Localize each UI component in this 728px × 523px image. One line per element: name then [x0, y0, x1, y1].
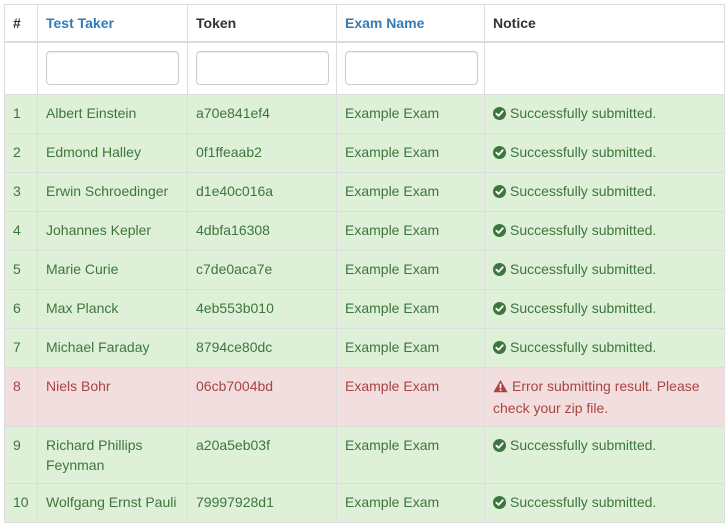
row-number: 7 — [4, 328, 38, 368]
row-number: 2 — [4, 133, 38, 173]
ok-circle-icon — [493, 105, 506, 125]
row-number: 9 — [4, 426, 38, 484]
column-header-token: Token — [187, 4, 337, 43]
row-number: 5 — [4, 250, 38, 290]
exam-name-cell: Example Exam — [336, 94, 485, 134]
notice-text: Error submitting result. Please check yo… — [493, 378, 700, 416]
column-header-test-taker[interactable]: Test Taker — [37, 4, 188, 43]
exam-name-cell: Example Exam — [336, 211, 485, 251]
filter-cell-token — [187, 41, 337, 95]
token-cell: c7de0aca7e — [187, 250, 337, 290]
ok-circle-icon — [493, 183, 506, 203]
filter-cell-number — [4, 41, 38, 95]
table-row: 1 Albert Einstein a70e841ef4 Example Exam Su… — [4, 94, 725, 134]
exam-name-cell: Example Exam — [336, 367, 485, 427]
row-number: 4 — [4, 211, 38, 251]
exam-name-cell: Example Exam — [336, 172, 485, 212]
exam-name-cell: Example Exam — [336, 483, 485, 523]
test-taker-cell: Richard Phillips Feynman — [37, 426, 188, 484]
token-filter-input[interactable] — [196, 51, 329, 85]
filter-cell-notice — [484, 41, 725, 95]
table-row: 6 Max Planck 4eb553b010 Example Exam Success… — [4, 289, 725, 329]
column-header-exam-name[interactable]: Exam Name — [336, 4, 485, 43]
test-taker-cell: Niels Bohr — [37, 367, 188, 427]
exam-name-filter-input[interactable] — [345, 51, 478, 85]
table-row: 9 Richard Phillips Feynman a20a5eb03f Examp… — [4, 426, 725, 484]
notice-text: Successfully submitted. — [510, 437, 657, 453]
test-taker-cell: Johannes Kepler — [37, 211, 188, 251]
notice-text: Successfully submitted. — [510, 300, 657, 316]
results-table: # Test Taker Token Exam Name Notice 1 Alb… — [4, 4, 725, 523]
token-cell: 79997928d1 — [187, 483, 337, 523]
exam-name-cell: Example Exam — [336, 426, 485, 484]
notice-text: Successfully submitted. — [510, 144, 657, 160]
notice-cell: Successfully submitted. — [484, 133, 725, 173]
token-cell: 06cb7004bd — [187, 367, 337, 427]
table-row: 3 Erwin Schroedinger d1e40c016a Example Exa… — [4, 172, 725, 212]
warning-sign-icon — [493, 378, 508, 398]
notice-text: Successfully submitted. — [510, 339, 657, 355]
notice-text: Successfully submitted. — [510, 105, 657, 121]
notice-cell: Successfully submitted. — [484, 94, 725, 134]
ok-circle-icon — [493, 339, 506, 359]
header-row: # Test Taker Token Exam Name Notice — [4, 4, 725, 43]
token-cell: a20a5eb03f — [187, 426, 337, 484]
test-taker-cell: Marie Curie — [37, 250, 188, 290]
row-number: 1 — [4, 94, 38, 134]
notice-text: Successfully submitted. — [510, 222, 657, 238]
exam-name-cell: Example Exam — [336, 289, 485, 329]
test-taker-cell: Wolfgang Ernst Pauli — [37, 483, 188, 523]
token-cell: 4dbfa16308 — [187, 211, 337, 251]
row-number: 6 — [4, 289, 38, 329]
token-cell: 0f1ffeaab2 — [187, 133, 337, 173]
table-row: 2 Edmond Halley 0f1ffeaab2 Example Exam Succ… — [4, 133, 725, 173]
exam-name-cell: Example Exam — [336, 133, 485, 173]
column-header-notice: Notice — [484, 4, 725, 43]
table-row: 5 Marie Curie c7de0aca7e Example Exam Succes… — [4, 250, 725, 290]
table-row: 8 Niels Bohr 06cb7004bd Example Exam Error s… — [4, 367, 725, 427]
test-taker-cell: Max Planck — [37, 289, 188, 329]
token-cell: a70e841ef4 — [187, 94, 337, 134]
notice-cell: Successfully submitted. — [484, 211, 725, 251]
ok-circle-icon — [493, 261, 506, 281]
notice-cell: Successfully submitted. — [484, 289, 725, 329]
exam-name-cell: Example Exam — [336, 250, 485, 290]
notice-text: Successfully submitted. — [510, 183, 657, 199]
table-row: 7 Michael Faraday 8794ce80dc Example Exam Su… — [4, 328, 725, 368]
ok-circle-icon — [493, 222, 506, 242]
notice-cell: Successfully submitted. — [484, 172, 725, 212]
filter-row — [4, 41, 725, 95]
row-number: 10 — [4, 483, 38, 523]
notice-cell: Successfully submitted. — [484, 328, 725, 368]
filter-cell-exam-name — [336, 41, 485, 95]
test-taker-filter-input[interactable] — [46, 51, 179, 85]
test-taker-cell: Erwin Schroedinger — [37, 172, 188, 212]
notice-text: Successfully submitted. — [510, 261, 657, 277]
token-cell: d1e40c016a — [187, 172, 337, 212]
column-header-number: # — [4, 4, 38, 43]
table-row: 10 Wolfgang Ernst Pauli 79997928d1 Example … — [4, 483, 725, 523]
notice-cell: Error submitting result. Please check yo… — [484, 367, 725, 427]
notice-text: Successfully submitted. — [510, 494, 657, 510]
notice-cell: Successfully submitted. — [484, 250, 725, 290]
ok-circle-icon — [493, 144, 506, 164]
filter-cell-test-taker — [37, 41, 188, 95]
row-number: 3 — [4, 172, 38, 212]
notice-cell: Successfully submitted. — [484, 483, 725, 523]
token-cell: 8794ce80dc — [187, 328, 337, 368]
row-number: 8 — [4, 367, 38, 427]
ok-circle-icon — [493, 437, 506, 457]
ok-circle-icon — [493, 300, 506, 320]
test-taker-cell: Edmond Halley — [37, 133, 188, 173]
table-row: 4 Johannes Kepler 4dbfa16308 Example Exam Su… — [4, 211, 725, 251]
test-taker-cell: Michael Faraday — [37, 328, 188, 368]
token-cell: 4eb553b010 — [187, 289, 337, 329]
notice-cell: Successfully submitted. — [484, 426, 725, 484]
ok-circle-icon — [493, 494, 506, 514]
exam-name-cell: Example Exam — [336, 328, 485, 368]
test-taker-cell: Albert Einstein — [37, 94, 188, 134]
